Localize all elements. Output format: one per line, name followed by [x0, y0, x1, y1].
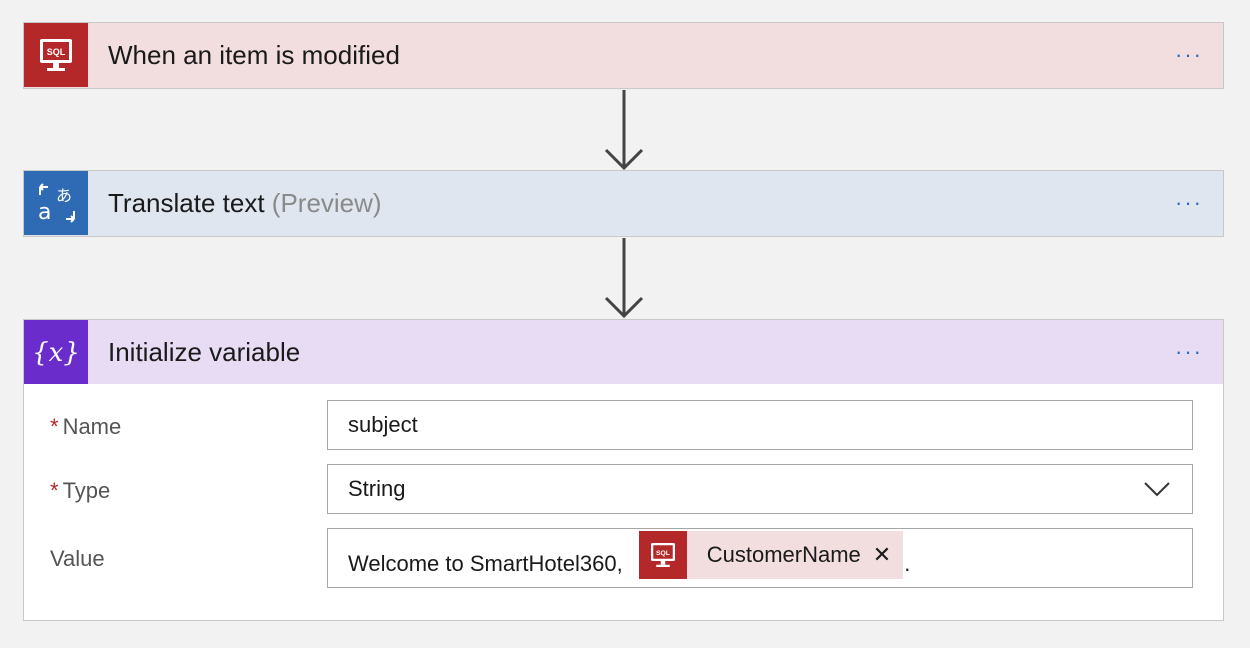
svg-text:SQL: SQL: [656, 550, 670, 557]
chevron-down-icon[interactable]: [1144, 481, 1170, 497]
more-options-button[interactable]: ···: [1169, 23, 1209, 87]
name-input[interactable]: subject: [327, 400, 1193, 450]
arrow-down-icon: [604, 90, 644, 170]
more-options-button[interactable]: ···: [1169, 320, 1209, 384]
variable-card-header[interactable]: {x} Initialize variable ···: [24, 320, 1223, 384]
type-select-value: String: [348, 476, 406, 501]
value-label-text: Value: [50, 546, 105, 571]
name-label: * Name: [50, 414, 121, 440]
sql-server-icon: SQL: [638, 531, 687, 579]
type-label-text: Type: [62, 478, 111, 503]
translate-card[interactable]: a あ Translate text (Preview) ···: [23, 170, 1224, 237]
value-label: Value: [50, 546, 105, 572]
translator-icon: a あ: [24, 171, 88, 235]
type-select[interactable]: String: [327, 464, 1193, 514]
step-title: Translate text (Preview): [108, 188, 382, 219]
svg-text:あ: あ: [56, 186, 72, 205]
name-label-text: Name: [62, 414, 122, 439]
required-mark: *: [50, 414, 59, 439]
value-text: Welcome to SmartHotel360,: [348, 551, 623, 576]
more-options-button[interactable]: ···: [1169, 171, 1209, 235]
trigger-card-header[interactable]: SQL When an item is modified ···: [24, 23, 1223, 87]
token-label: CustomerName: [706, 542, 861, 567]
svg-text:a: a: [38, 200, 51, 225]
initialize-variable-card[interactable]: {x} Initialize variable ··· * Name subjec…: [23, 319, 1224, 621]
translate-card-header[interactable]: a あ Translate text (Preview) ···: [24, 171, 1223, 235]
dynamic-content-token[interactable]: SQL CustomerName ✕: [638, 531, 904, 579]
svg-text:SQL: SQL: [47, 47, 66, 57]
required-mark: *: [50, 478, 59, 503]
name-input-value: subject: [348, 412, 418, 437]
svg-text:{x}: {x}: [32, 338, 80, 368]
step-title: When an item is modified: [108, 40, 400, 71]
arrow-down-icon: [604, 238, 644, 318]
step-title-text: Translate text: [108, 187, 265, 218]
value-input[interactable]: Welcome to SmartHotel360, SQL CustomerNa…: [327, 528, 1193, 588]
token-remove-button[interactable]: ✕: [873, 542, 891, 568]
step-title-text: Initialize variable: [108, 336, 301, 367]
trigger-card[interactable]: SQL When an item is modified ···: [23, 22, 1224, 89]
value-trailing-text: .: [904, 551, 911, 576]
step-title-text: When an item is modified: [108, 39, 400, 70]
step-title: Initialize variable: [108, 337, 300, 368]
sql-server-icon: SQL: [24, 23, 88, 87]
variable-icon: {x}: [24, 320, 88, 384]
type-label: * Type: [50, 478, 110, 504]
step-subtitle: (Preview): [271, 187, 382, 218]
